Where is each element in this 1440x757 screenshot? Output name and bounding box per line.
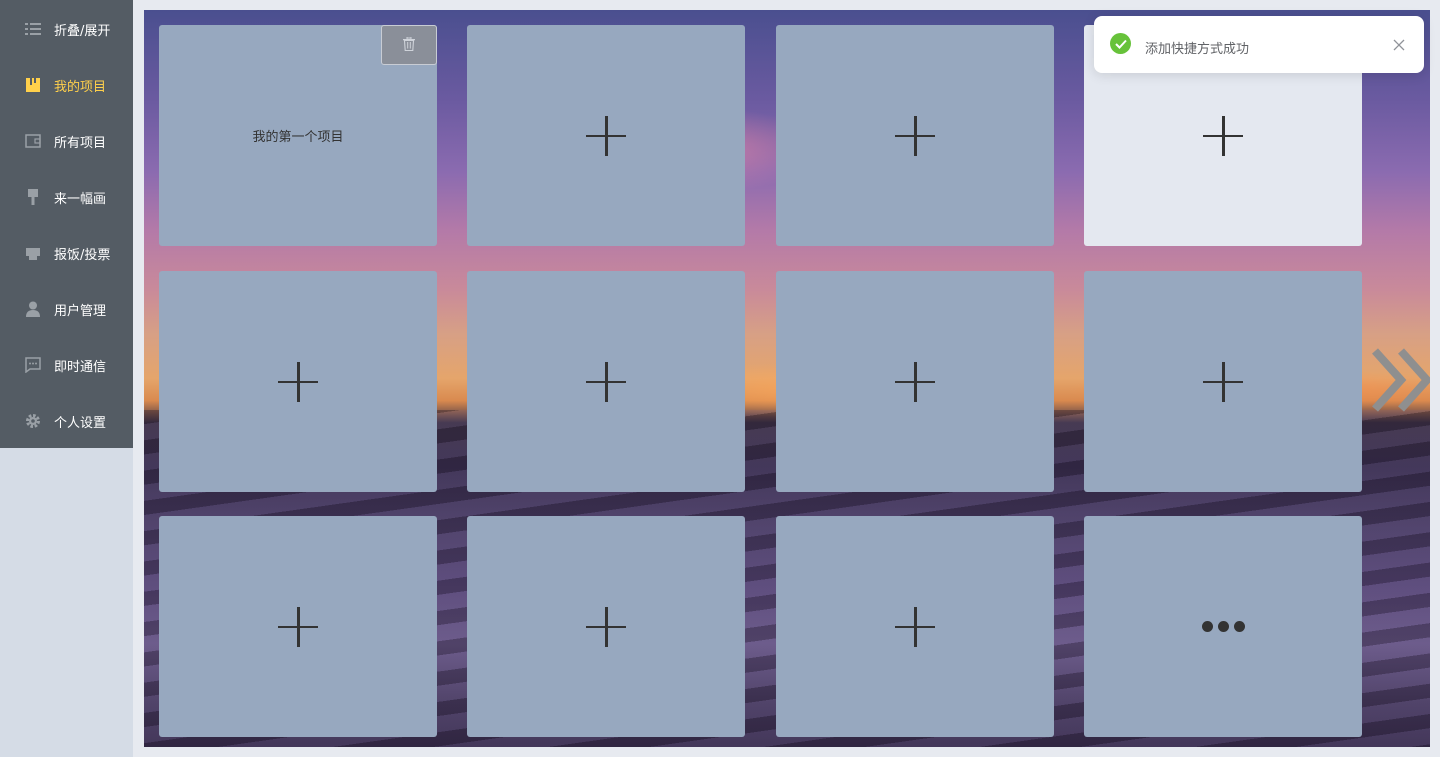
more-tile[interactable] [1084,516,1362,737]
add-shortcut-tile[interactable] [776,516,1054,737]
add-shortcut-tile[interactable] [467,25,745,246]
add-shortcut-tile[interactable] [159,516,437,737]
sidebar-item-label: 折叠/展开 [54,23,111,39]
sidebar-item-user-management[interactable]: 用户管理 [0,281,133,337]
sidebar-item-meal-vote[interactable]: 报饭/投票 [0,225,133,281]
sidebar-item-painting[interactable]: 来一幅画 [0,169,133,225]
user-icon [24,300,42,318]
chat-icon [24,356,42,374]
sidebar-item-personal-settings[interactable]: 个人设置 [0,393,133,449]
sidebar-item-label: 我的项目 [54,79,107,95]
printer-icon [24,244,42,262]
delete-button[interactable] [381,25,437,65]
plus-icon [586,361,626,402]
brush-icon [24,188,42,206]
plus-icon [895,606,935,647]
sidebar-item-label: 所有项目 [54,135,107,151]
more-dots-icon [1201,621,1245,632]
add-shortcut-tile[interactable] [159,271,437,492]
gear-icon [24,412,42,430]
plus-icon [586,606,626,647]
notification-message: 添加快捷方式成功 [1145,42,1250,57]
wallet-icon [24,132,42,150]
folder-icon [24,76,42,94]
list-icon [24,20,42,38]
trash-icon [403,36,415,55]
sidebar-item-label: 用户管理 [54,303,107,319]
check-circle-icon [1110,33,1131,54]
plus-icon [278,361,318,402]
plus-icon [278,606,318,647]
add-shortcut-tile[interactable] [467,271,745,492]
add-shortcut-tile[interactable] [776,271,1054,492]
sidebar-item-label: 报饭/投票 [54,247,111,263]
project-title: 我的第一个项目 [252,130,344,145]
plus-icon [586,115,626,156]
add-shortcut-tile[interactable] [776,25,1054,246]
plus-icon [895,115,935,156]
project-tile[interactable]: 我的第一个项目 [159,25,437,246]
sidebar-item-label: 即时通信 [54,359,107,375]
sidebar-item-instant-messaging[interactable]: 即时通信 [0,337,133,393]
success-notification: 添加快捷方式成功 [1094,16,1424,73]
sidebar-item-label: 个人设置 [54,415,107,431]
next-page-button[interactable] [1371,345,1430,415]
sidebar: 折叠/展开 我的项目 所有项目 来一幅画 报饭/投票 用户管理 即时通信 个人设… [0,0,133,448]
sidebar-item-collapse[interactable]: 折叠/展开 [0,1,133,57]
plus-icon [895,361,935,402]
close-icon[interactable] [1393,36,1405,51]
double-chevron-right-icon [1371,348,1430,419]
sidebar-item-label: 来一幅画 [54,191,107,207]
sidebar-item-all-projects[interactable]: 所有项目 [0,113,133,169]
add-shortcut-tile[interactable] [467,516,745,737]
project-grid-area: 我的第一个项目 [144,10,1430,747]
plus-icon [1203,115,1243,156]
plus-icon [1203,361,1243,402]
sidebar-item-my-projects[interactable]: 我的项目 [0,57,133,113]
add-shortcut-tile[interactable] [1084,271,1362,492]
